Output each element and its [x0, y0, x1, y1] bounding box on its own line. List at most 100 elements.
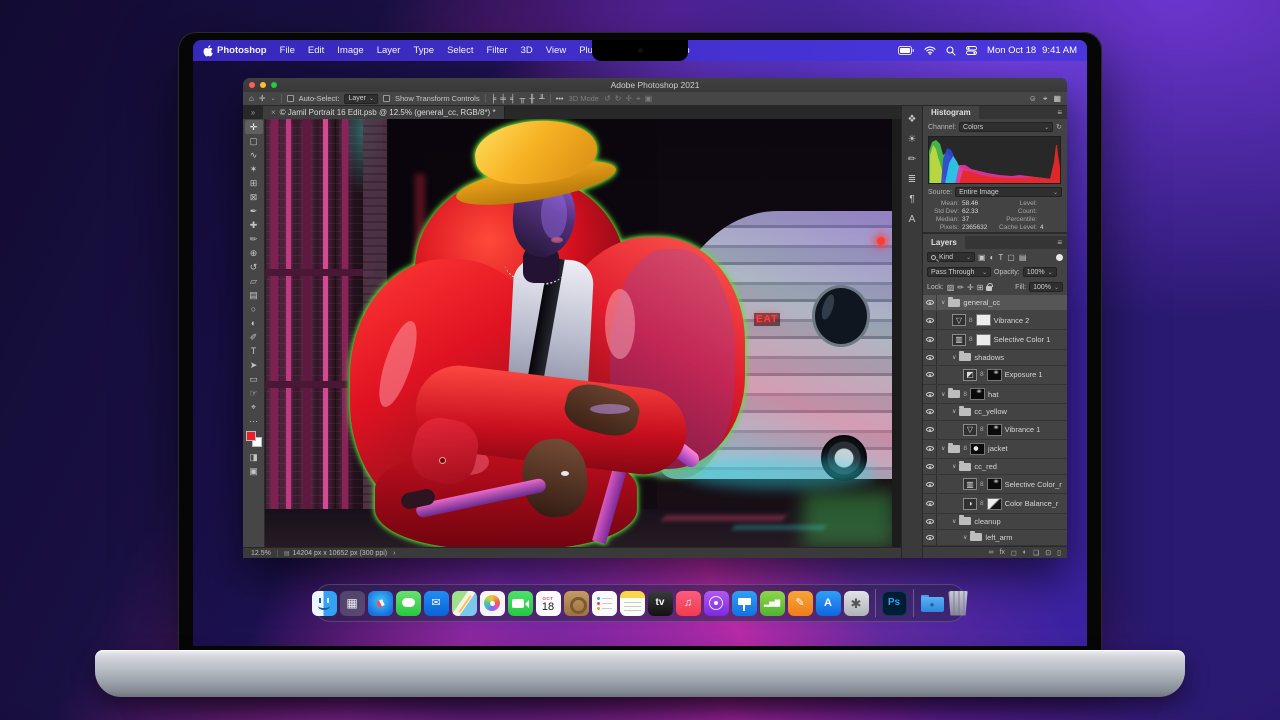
layer-row-exposure-1[interactable]: ◩8Exposure 1 [923, 366, 1067, 385]
visibility-toggle[interactable] [923, 530, 937, 545]
visibility-toggle[interactable] [923, 385, 937, 403]
channel-dropdown[interactable]: Colors ⌄ [959, 122, 1053, 132]
dock-mail[interactable]: ✉ [424, 591, 449, 616]
paragraph-panel-icon[interactable]: ¶ [909, 194, 914, 205]
clone-stamp-tool[interactable]: ⊕ [245, 246, 263, 260]
3d-icon[interactable]: ↻ [615, 94, 622, 104]
dodge-tool[interactable]: ◐ [245, 316, 263, 330]
mask-thumbnail[interactable] [987, 369, 1002, 381]
workspace-icon[interactable]: ▦ [1053, 94, 1061, 103]
canvas[interactable]: EAT [265, 119, 892, 547]
character-panel-icon[interactable]: A [909, 214, 916, 225]
layers-action-icon[interactable]: fx [999, 549, 1004, 556]
dock-launchpad[interactable]: ▦ [340, 591, 365, 616]
auto-select-target-dropdown[interactable]: Layer ⌄ [344, 94, 378, 104]
layers-action-icon[interactable]: ❏ [1033, 549, 1039, 557]
layer-filter-dropdown[interactable]: Kind ⌄ [927, 252, 975, 262]
pen-tool[interactable]: ✐ [245, 330, 263, 344]
dock-appstore[interactable]: A [816, 591, 841, 616]
layer-row-cc_red[interactable]: ∨cc_red [923, 459, 1067, 475]
type-tool[interactable]: T [245, 344, 263, 358]
3d-icon[interactable]: ↺ [604, 94, 611, 104]
brush-tool[interactable]: ✏ [245, 232, 263, 246]
mask-thumbnail[interactable] [970, 388, 985, 400]
menu-image[interactable]: Image [337, 45, 363, 56]
visibility-toggle[interactable] [923, 311, 937, 329]
adjustment-icon[interactable]: ◑ [963, 498, 977, 510]
dock-trash[interactable] [948, 591, 969, 616]
visibility-toggle[interactable] [923, 330, 937, 348]
3d-icon[interactable]: ✛ [625, 94, 632, 104]
healing-brush-tool[interactable]: ✚ [245, 218, 263, 232]
document-tab[interactable]: × © Jamil Portrait 16 Edit.psb @ 12.5% (… [263, 106, 505, 119]
align-icon[interactable]: ╥ [520, 94, 526, 103]
dock-reminders[interactable] [592, 591, 617, 616]
mask-thumbnail[interactable] [970, 443, 985, 455]
dock-photoshop[interactable]: Ps [882, 591, 907, 616]
adjustment-icon[interactable]: ◩ [963, 369, 977, 381]
layer-row-vibrance-1[interactable]: ▽8Vibrance 1 [923, 421, 1067, 440]
align-icon[interactable]: ╨ [539, 94, 545, 103]
refresh-icon[interactable]: ↻ [1056, 123, 1062, 131]
expand-chevron-icon[interactable]: ∨ [941, 445, 945, 452]
mask-thumbnail[interactable] [976, 314, 991, 326]
move-tool-icon[interactable]: ✛ [259, 94, 266, 103]
edit-toolbar[interactable]: ⋯ [245, 414, 263, 428]
brush-settings-panel-icon[interactable]: ✏ [908, 154, 916, 165]
foreground-color[interactable] [246, 431, 256, 441]
visibility-toggle[interactable] [923, 404, 937, 419]
dock-safari[interactable] [368, 591, 393, 616]
show-transform-checkbox[interactable] [383, 95, 390, 102]
layer-row-left_arm[interactable]: ∨left_arm [923, 530, 1067, 546]
filter-icon[interactable]: ▤ [1019, 253, 1027, 262]
adjustment-icon[interactable]: ▥ [963, 478, 977, 490]
layers-tab[interactable]: Layers [923, 236, 965, 249]
eyedropper-tool[interactable]: ✒ [245, 204, 263, 218]
battery-icon[interactable] [898, 46, 914, 55]
search-icon[interactable] [946, 46, 956, 56]
hand-tool[interactable]: ☞ [245, 386, 263, 400]
dock-pages[interactable]: ✎ [788, 591, 813, 616]
lock-icon[interactable]: ✛ [967, 283, 974, 292]
adjustment-icon[interactable]: ▽ [963, 424, 977, 436]
path-select-tool[interactable]: ➤ [245, 358, 263, 372]
visibility-toggle[interactable] [923, 514, 937, 529]
adjustment-icon[interactable]: ▥ [952, 334, 966, 346]
mask-thumbnail[interactable] [987, 424, 1002, 436]
dock-photos[interactable] [480, 591, 505, 616]
menu-layer[interactable]: Layer [377, 45, 401, 56]
align-icon[interactable]: ╞ [491, 94, 497, 103]
menu-clock[interactable]: Mon Oct 18 9:41 AM [987, 45, 1077, 56]
menu-view[interactable]: View [546, 45, 566, 56]
wifi-icon[interactable] [924, 46, 936, 55]
expand-chevron-icon[interactable]: ∨ [952, 463, 956, 470]
expand-chevron-icon[interactable]: ∨ [941, 299, 945, 306]
dock-podcasts[interactable] [704, 591, 729, 616]
dock-downloads[interactable]: ● [920, 591, 945, 616]
layer-row-vibrance-2[interactable]: ▽8Vibrance 2 [923, 311, 1067, 330]
zoom-level[interactable]: 12.5% [251, 550, 271, 557]
filter-icon[interactable]: T [998, 253, 1003, 262]
dock-contacts[interactable] [564, 591, 589, 616]
align-icon[interactable]: ╡ [510, 94, 516, 103]
tab-close-icon[interactable]: × [271, 108, 276, 117]
chevron-down-icon[interactable]: ⌄ [271, 95, 276, 102]
dock-messages[interactable] [396, 591, 421, 616]
filter-toggle[interactable] [1056, 254, 1063, 261]
gradient-tool[interactable]: ▤ [245, 288, 263, 302]
expand-chevron-icon[interactable]: ∨ [963, 534, 967, 541]
crop-tool[interactable]: ⊞ [245, 176, 263, 190]
lock-icon[interactable] [986, 286, 992, 291]
zoom-tool[interactable]: ⌖ [245, 400, 263, 414]
filter-icon[interactable]: ◐ [990, 253, 995, 262]
layer-row-selective-color_r[interactable]: ▥8Selective Color_r [923, 475, 1067, 494]
apple-menu[interactable] [203, 45, 213, 57]
fill-dropdown[interactable]: 100% ⌄ [1029, 282, 1063, 292]
expand-chevron-icon[interactable]: ∨ [941, 391, 945, 398]
histogram-tab[interactable]: Histogram [923, 106, 979, 119]
auto-select-checkbox[interactable] [287, 95, 294, 102]
layers-action-icon[interactable]: ∞ [988, 549, 993, 556]
clone-source-panel-icon[interactable]: ❖ [908, 114, 917, 125]
align-icon[interactable]: ╫ [529, 94, 535, 103]
layers-action-icon[interactable]: ▯ [1057, 549, 1061, 557]
